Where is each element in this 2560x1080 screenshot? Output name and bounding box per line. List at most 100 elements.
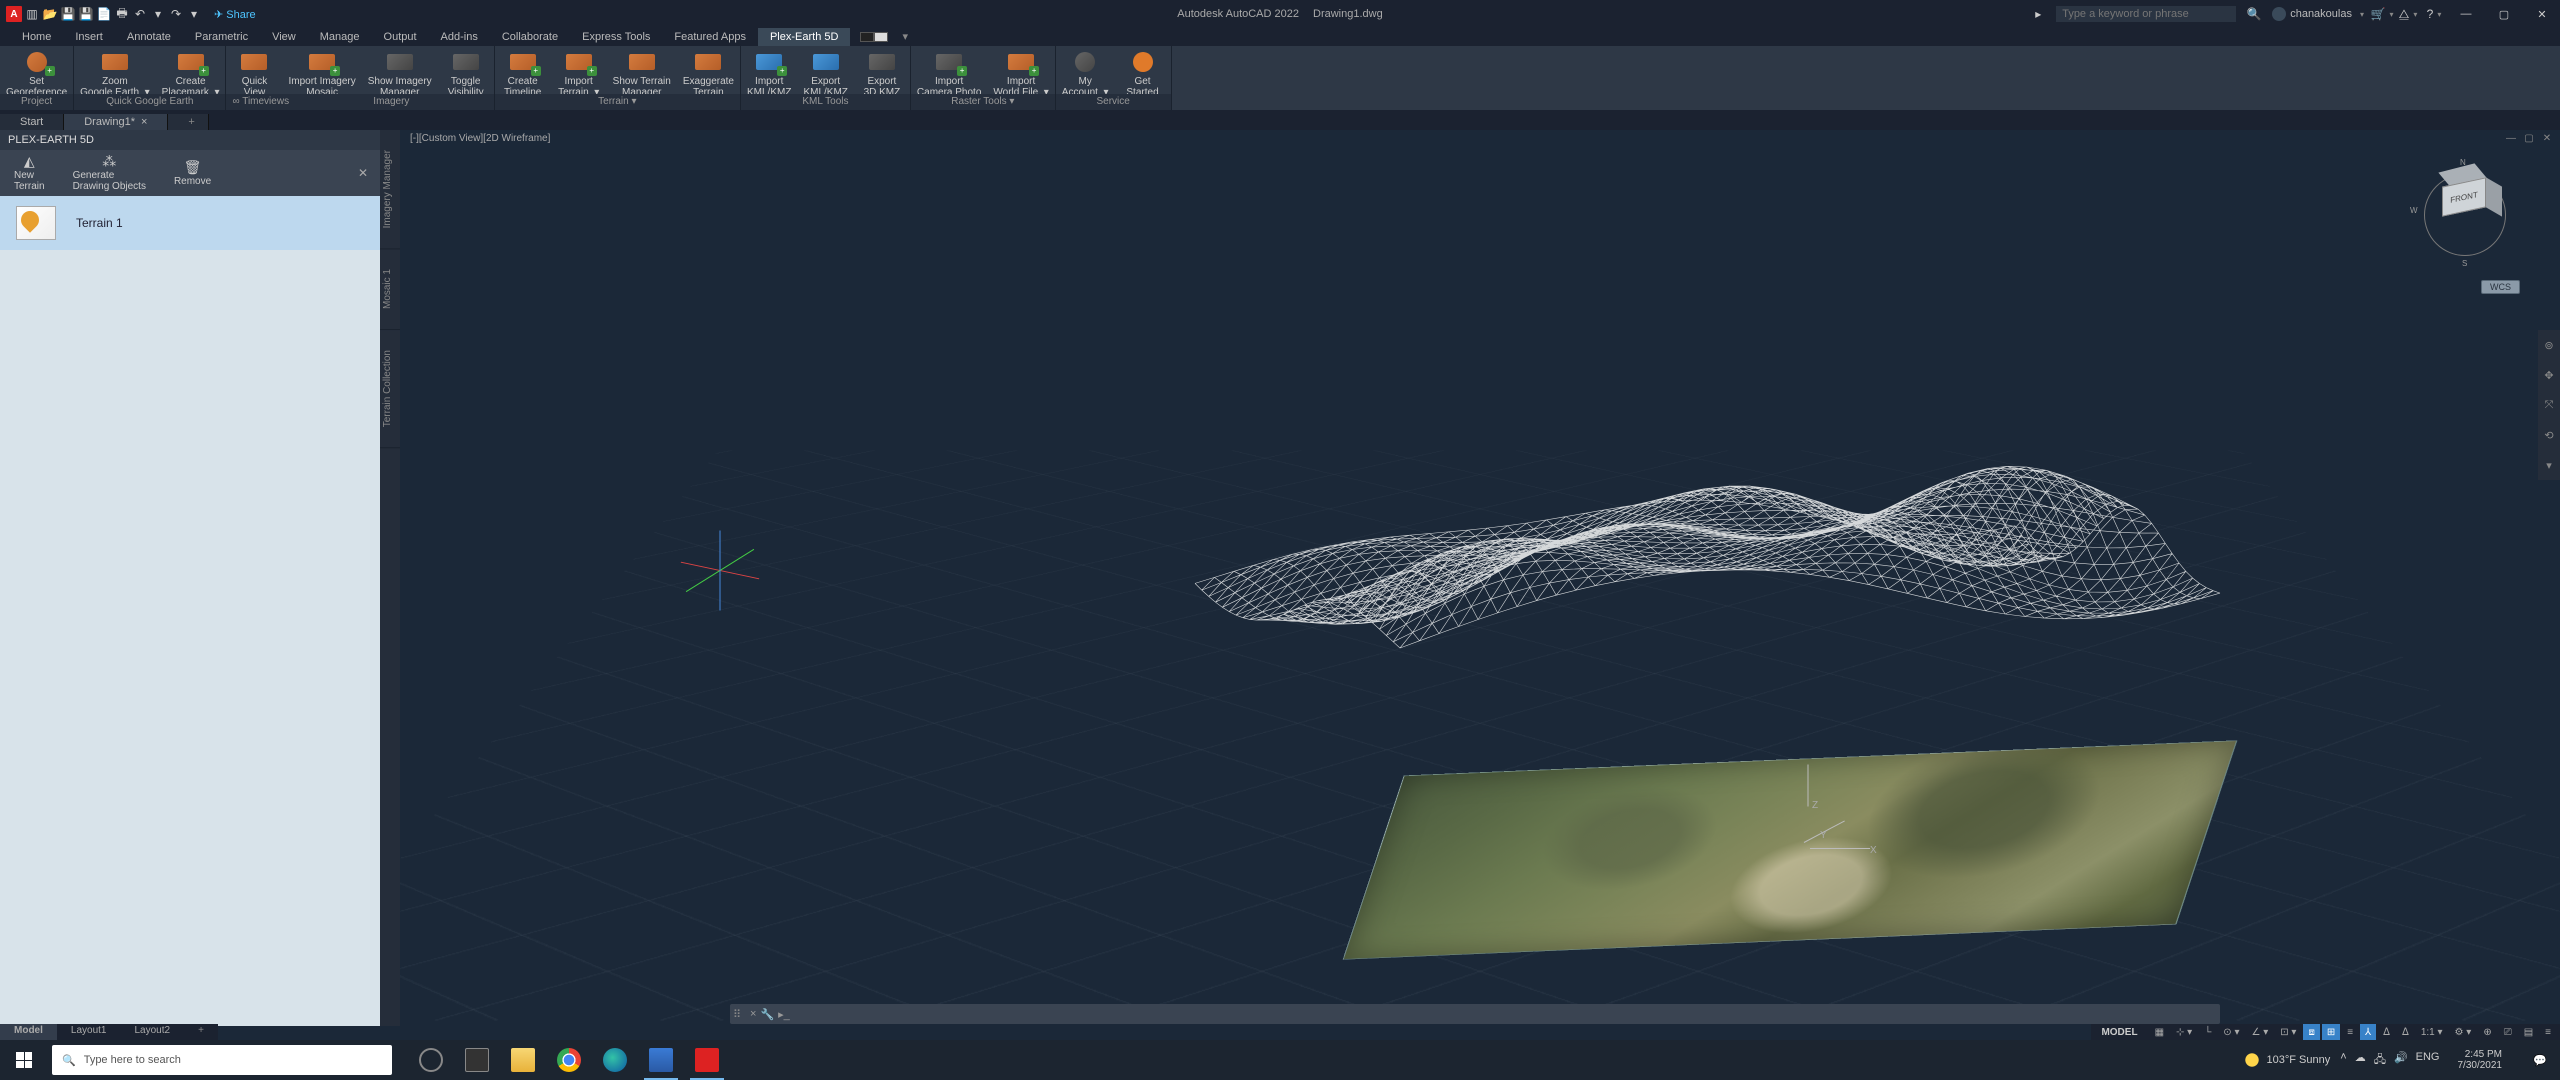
sb-osnap-icon[interactable]: ⊡ ▾ — [2275, 1024, 2301, 1040]
status-mode[interactable]: MODEL — [2091, 1027, 2147, 1038]
command-line[interactable]: ⠿ ×🔧▸_ — [730, 1004, 2220, 1024]
taskview-button[interactable] — [454, 1040, 500, 1080]
weather-widget[interactable]: 103°F Sunny — [2243, 1051, 2331, 1069]
maximize-button[interactable]: ▢ — [2490, 0, 2518, 28]
start-button[interactable] — [0, 1040, 48, 1080]
viewport[interactable]: [-][Custom View][2D Wireframe] —▢✕ X Y Z… — [400, 130, 2560, 1026]
app-manager[interactable] — [638, 1040, 684, 1080]
tab-model[interactable]: Model — [0, 1024, 57, 1040]
btn-create-timeline[interactable]: +Create Timeline — [495, 50, 551, 98]
panel-title-terrain[interactable]: Terrain ▾ — [495, 94, 740, 110]
sb-anno-scale-icon[interactable]: ᐃ — [2397, 1024, 2414, 1040]
terrain-item-1[interactable]: Terrain 1 — [0, 196, 380, 250]
btn-generate-objects[interactable]: ⁂Generate Drawing Objects — [59, 154, 160, 192]
tab-addins[interactable]: Add-ins — [429, 28, 490, 46]
add-layout-button[interactable]: + — [184, 1024, 218, 1040]
sb-lw-icon[interactable]: ≡ — [2342, 1024, 2358, 1040]
sb-3dosnap-icon[interactable]: ⧈ — [2303, 1024, 2319, 1040]
viewport-label[interactable]: [-][Custom View][2D Wireframe] — [410, 130, 550, 148]
undo-icon[interactable]: ↶ — [132, 6, 148, 22]
tab-annotate[interactable]: Annotate — [115, 28, 183, 46]
btn-quick-view[interactable]: Quick View — [226, 50, 282, 98]
help-search-input[interactable] — [2056, 6, 2236, 22]
sb-dyn-icon[interactable]: ⊞ — [2322, 1024, 2340, 1040]
btn-exaggerate-terrain[interactable]: Exaggerate Terrain — [677, 50, 740, 98]
close-tab-icon[interactable]: × — [141, 116, 147, 128]
btn-set-georeference[interactable]: +Set Georeference — [0, 50, 73, 98]
tab-view[interactable]: View — [260, 28, 308, 46]
theme-switcher[interactable]: ▾ — [860, 28, 920, 46]
sb-quick-icon[interactable]: ▤ — [2519, 1024, 2538, 1040]
nav-wheel-icon[interactable]: ⊚ — [2538, 330, 2560, 360]
sb-anno-auto-icon[interactable]: ᐃ — [2378, 1024, 2395, 1040]
a360-icon[interactable]: ⧋▾ — [2400, 6, 2416, 22]
btn-show-imagery-mgr[interactable]: Show Imagery Manager — [362, 50, 438, 98]
sb-scale[interactable]: 1:1 ▾ — [2416, 1024, 2448, 1040]
tray-lang[interactable]: ENG — [2416, 1051, 2440, 1070]
sb-iso-icon[interactable]: ∠ ▾ — [2246, 1024, 2273, 1040]
plot-icon[interactable]: 📄 — [96, 6, 112, 22]
tab-start[interactable]: Start — [0, 114, 64, 130]
save-icon[interactable]: 💾 — [60, 6, 76, 22]
clock[interactable]: 2:45 PM 7/30/2021 — [2450, 1049, 2511, 1072]
btn-my-account[interactable]: My Account ▾ — [1056, 50, 1115, 98]
app-autocad[interactable] — [684, 1040, 730, 1080]
sb-grid-icon[interactable]: ▦ — [2150, 1024, 2169, 1040]
tray-vol-icon[interactable]: 🔊 — [2394, 1051, 2408, 1070]
redo-drop-icon[interactable]: ▾ — [186, 6, 202, 22]
minimize-button[interactable]: — — [2452, 0, 2480, 28]
cmd-handle-icon[interactable]: ⠿ — [730, 1008, 744, 1021]
tab-collaborate[interactable]: Collaborate — [490, 28, 570, 46]
btn-import-kml[interactable]: +Import KML/KMZ — [741, 50, 797, 98]
tab-expresstools[interactable]: Express Tools — [570, 28, 662, 46]
cmd-close-icon[interactable]: × — [750, 1008, 756, 1021]
sb-ortho-icon[interactable]: └ — [2199, 1024, 2216, 1040]
viewcube-s[interactable]: S — [2462, 259, 2467, 268]
app-chrome[interactable] — [546, 1040, 592, 1080]
btn-create-placemark[interactable]: +Create Placemark ▾ — [156, 50, 226, 98]
nav-pan-icon[interactable]: ✥ — [2538, 360, 2560, 390]
tab-insert[interactable]: Insert — [63, 28, 115, 46]
vtab-mosaic-1[interactable]: Mosaic 1 — [380, 249, 400, 330]
viewcube-cube[interactable]: FRONT — [2442, 182, 2488, 222]
wcs-badge[interactable]: WCS — [2481, 280, 2520, 294]
tab-home[interactable]: Home — [10, 28, 63, 46]
tray-up-icon[interactable]: ˄ — [2340, 1051, 2346, 1070]
btn-zoom-ge[interactable]: Zoom Google Earth ▾ — [74, 50, 156, 98]
viewcube-w[interactable]: W — [2410, 206, 2418, 215]
btn-remove[interactable]: 🗑Remove — [160, 160, 225, 187]
search-icon[interactable]: 🔍 — [2246, 6, 2262, 22]
vp-close-icon[interactable]: ✕ — [2540, 130, 2554, 148]
new-icon[interactable]: ▥ — [24, 6, 40, 22]
tab-manage[interactable]: Manage — [308, 28, 372, 46]
vtab-terrain-collection[interactable]: Terrain Collection — [380, 330, 400, 448]
btn-import-imagery-mosaic[interactable]: +Import Imagery Mosaic — [282, 50, 361, 98]
sb-units-icon[interactable]: ⎚ — [2499, 1024, 2517, 1040]
tab-drawing1[interactable]: Drawing1*× — [64, 114, 168, 130]
btn-import-camera[interactable]: +Import Camera Photo — [911, 50, 987, 98]
close-button[interactable]: ✕ — [2528, 0, 2556, 28]
btn-toggle-visibility[interactable]: Toggle Visibility — [438, 50, 494, 98]
app-explorer[interactable] — [500, 1040, 546, 1080]
panel-title-imagery[interactable]: ∞ TimeviewsImagery — [226, 94, 493, 110]
viewcube-n[interactable]: N — [2460, 158, 2466, 167]
notifications-button[interactable]: 💬 — [2520, 1054, 2560, 1067]
btn-get-started[interactable]: Get Started — [1115, 50, 1171, 98]
nav-more-icon[interactable]: ▾ — [2538, 450, 2560, 480]
cmd-wrench-icon[interactable]: 🔧 — [760, 1008, 774, 1021]
tab-featuredapps[interactable]: Featured Apps — [662, 28, 758, 46]
tray-cloud-icon[interactable]: ☁ — [2355, 1051, 2366, 1070]
undo-drop-icon[interactable]: ▾ — [150, 6, 166, 22]
help-icon[interactable]: ?▾ — [2426, 6, 2442, 22]
tab-parametric[interactable]: Parametric — [183, 28, 260, 46]
print-icon[interactable]: 🖶 — [114, 6, 130, 22]
sb-ws-icon[interactable]: ⊕ — [2478, 1024, 2496, 1040]
tab-layout1[interactable]: Layout1 — [57, 1024, 121, 1040]
saveas-icon[interactable]: 💾 — [78, 6, 94, 22]
vp-max-icon[interactable]: ▢ — [2522, 130, 2536, 148]
panel-close-icon[interactable]: ✕ — [358, 166, 380, 180]
sb-snap-icon[interactable]: ⊹ ▾ — [2171, 1024, 2197, 1040]
sb-anno-vis-icon[interactable]: ⅄ — [2360, 1024, 2376, 1040]
terrain-wireframe[interactable] — [1400, 290, 2220, 810]
sb-gear-icon[interactable]: ⚙ ▾ — [2450, 1024, 2477, 1040]
